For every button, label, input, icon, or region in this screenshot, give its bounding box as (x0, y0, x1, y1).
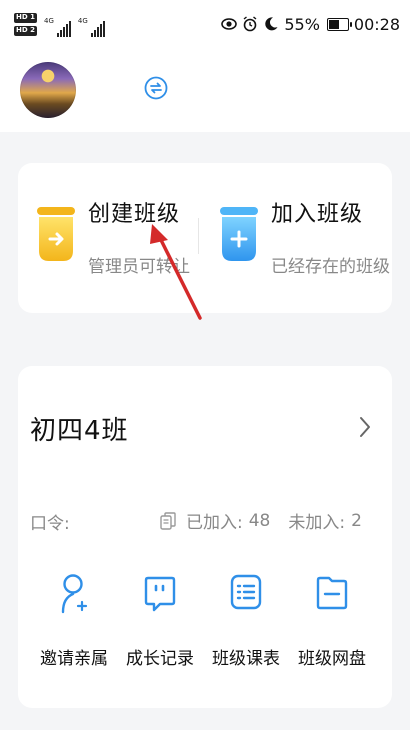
invite-person-icon (61, 574, 88, 614)
battery-percent: 55% (284, 14, 320, 34)
class-code-label: 口令: (30, 514, 70, 534)
member-count-row: 已加入: 48 未加入: 2 (160, 508, 362, 533)
create-class-title: 创建班级 (88, 202, 181, 227)
hd1-badge: HD 1 (14, 12, 37, 23)
avatar[interactable] (20, 62, 76, 118)
class-action-card: 创建班级 管理员可转让 加入班级 已经存在的班级 (18, 163, 392, 313)
create-class-button[interactable]: 创建班级 管理员可转让 (18, 163, 198, 313)
clock-time: 00:28 (353, 14, 400, 34)
signal-group: HD 1 HD 2 4G 4G (14, 11, 105, 37)
status-bar: HD 1 HD 2 4G 4G 55% 00:28 (0, 0, 410, 48)
class-card: 初四4班 口令: 已加入: 48 未加入: 2 邀请亲属 成长记录 班级课表 班… (18, 366, 392, 708)
create-class-subtitle: 管理员可转让 (88, 257, 190, 277)
alarm-icon (243, 16, 257, 32)
tool-timetable[interactable]: 班级课表 (202, 564, 290, 669)
join-class-title: 加入班级 (271, 202, 364, 227)
joined-count: 48 (248, 510, 271, 531)
bottom-edge (0, 712, 410, 730)
switch-arrows-icon (144, 76, 168, 100)
not-joined-count: 2 (351, 510, 362, 531)
joined-label: 已加入: (186, 513, 243, 533)
hd2-badge: HD 2 (14, 25, 37, 36)
timetable-icon (230, 574, 262, 610)
battery-icon (326, 17, 352, 31)
join-class-button[interactable]: 加入班级 已经存在的班级 (199, 163, 392, 313)
copy-icon[interactable] (160, 511, 176, 530)
tool-invite-label: 邀请亲属 (40, 649, 108, 669)
class-name: 初四4班 (30, 416, 129, 446)
yellow-bookmark-arrow-icon (37, 207, 75, 261)
switch-account-button[interactable] (144, 76, 168, 100)
network-label-1: 4G (43, 17, 54, 25)
not-joined-label: 未加入: (288, 513, 346, 533)
class-tools: 邀请亲属 成长记录 班级课表 班级网盘 (18, 564, 392, 684)
cloud-drive-folder-icon (316, 576, 348, 610)
tool-growth-record[interactable]: 成长记录 (116, 564, 204, 669)
moon-icon (265, 17, 278, 31)
screen: HD 1 HD 2 4G 4G 55% 00:28 创建班级 管理员可转让 加入… (0, 0, 410, 730)
tool-growth-label: 成长记录 (126, 649, 194, 669)
hd-badges: HD 1 HD 2 (14, 12, 37, 36)
signal-strength-icon-1 (56, 19, 71, 37)
tool-cloud-label: 班级网盘 (298, 649, 366, 669)
join-class-subtitle: 已经存在的班级 (271, 257, 390, 277)
tool-cloud-drive[interactable]: 班级网盘 (288, 564, 376, 669)
profile-header (0, 48, 410, 132)
status-right: 55% 00:28 (221, 15, 400, 34)
tool-invite-relatives[interactable]: 邀请亲属 (30, 564, 118, 669)
growth-record-icon (144, 576, 176, 612)
chevron-right-icon[interactable] (356, 414, 374, 440)
network-label-2: 4G (77, 17, 88, 25)
blue-bookmark-plus-icon (220, 207, 258, 261)
tool-timetable-label: 班级课表 (212, 649, 280, 669)
eye-icon (221, 18, 238, 30)
signal-strength-icon-2 (90, 19, 105, 37)
